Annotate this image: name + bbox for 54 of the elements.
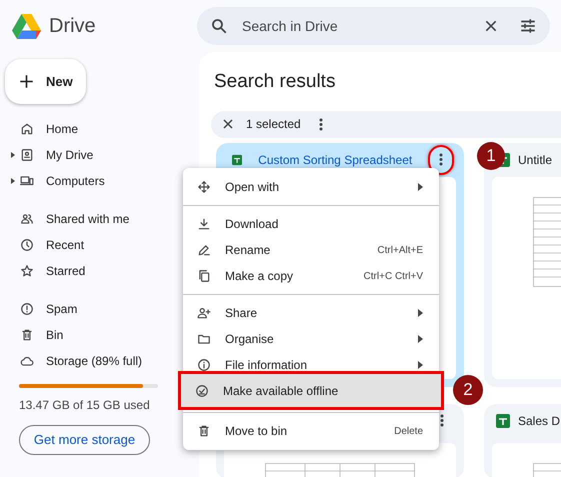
submenu-arrow-icon <box>418 183 423 191</box>
expand-arrow-icon[interactable] <box>11 178 15 184</box>
search-field[interactable]: Search in Drive <box>242 16 483 36</box>
get-more-storage-button[interactable]: Get more storage <box>19 425 150 455</box>
plus-icon <box>19 74 34 89</box>
drive-logo-icon <box>12 14 41 38</box>
file-name: Sales D <box>518 412 560 430</box>
pencil-icon <box>197 243 211 257</box>
info-icon <box>197 358 211 372</box>
sidebar-item[interactable]: My Drive <box>0 142 199 168</box>
cross-arrows-icon <box>197 180 211 194</box>
menu-item[interactable]: Move to bin Delete <box>183 418 439 444</box>
shortcut-text: Delete <box>394 424 423 438</box>
spreadsheet-icon <box>232 152 242 166</box>
app-name: Drive <box>49 14 96 39</box>
more-options-icon <box>440 414 444 427</box>
storage-usage: 13.47 GB of 15 GB used <box>19 397 151 414</box>
more-options-icon <box>439 153 444 166</box>
file-name: Custom Sorting Spreadsheet <box>258 152 412 168</box>
search-bar[interactable]: Search in Drive <box>197 7 550 45</box>
close-icon[interactable] <box>222 118 234 130</box>
menu-item[interactable]: Make available offline <box>181 374 441 407</box>
home-icon <box>20 122 34 136</box>
shortcut-text: Ctrl+Alt+E <box>377 244 423 258</box>
submenu-arrow-icon <box>418 309 423 317</box>
new-button[interactable]: New <box>5 59 86 104</box>
download-icon <box>197 217 211 231</box>
cloud-icon <box>20 354 34 368</box>
file-name: Untitle <box>518 152 552 168</box>
submenu-arrow-icon <box>418 361 423 369</box>
filter-icon[interactable] <box>519 17 537 35</box>
person-add-icon <box>197 306 211 320</box>
search-icon <box>210 17 228 35</box>
star-icon <box>20 264 34 278</box>
people-icon <box>20 212 34 226</box>
file-card[interactable]: Sales D <box>484 404 561 477</box>
drive-icon <box>20 148 34 162</box>
copy-icon <box>197 269 211 283</box>
page-title: Search results <box>214 70 336 94</box>
shortcut-text: Ctrl+C Ctrl+V <box>364 270 423 284</box>
more-options-icon[interactable] <box>318 118 323 130</box>
spreadsheet-icon <box>496 414 510 428</box>
close-icon[interactable] <box>483 18 499 34</box>
expand-arrow-icon[interactable] <box>11 152 15 158</box>
selection-count: 1 selected <box>246 116 301 133</box>
exclamation-circle-icon <box>20 302 34 316</box>
folder-icon <box>197 332 211 346</box>
submenu-arrow-icon <box>418 335 423 343</box>
check-circle-icon <box>195 384 209 398</box>
clock-icon <box>20 238 34 252</box>
trash-icon <box>20 328 34 342</box>
sidebar-item[interactable]: Home <box>0 116 199 142</box>
computer-icon <box>20 174 34 188</box>
trash-icon <box>197 424 211 438</box>
